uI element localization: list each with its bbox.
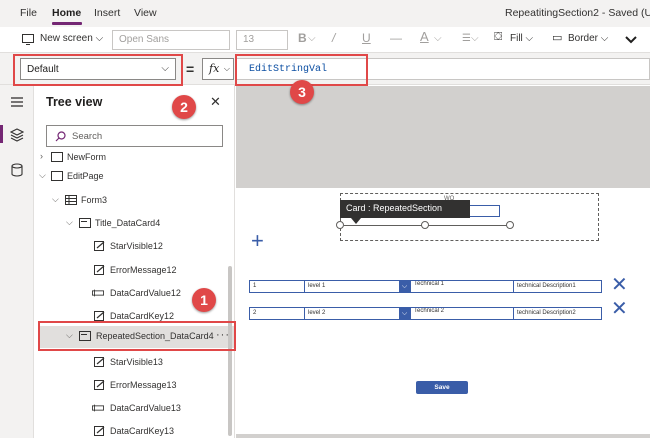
- new-screen-button[interactable]: New screen ⌵: [40, 33, 103, 44]
- callout-2: 2: [172, 95, 196, 119]
- card-tooltip: Card : RepeatedSection: [340, 200, 470, 218]
- left-rail: [0, 85, 34, 438]
- chevron-down-icon: ⌵: [52, 194, 59, 204]
- resize-handle-left[interactable]: [336, 221, 344, 229]
- menu-insert[interactable]: Insert: [94, 7, 120, 19]
- edit-label-icon: [94, 241, 105, 251]
- delete-row1-icon[interactable]: ✕: [611, 275, 628, 295]
- hamburger-menu-icon[interactable]: [10, 95, 24, 109]
- tree-node-starvisible12[interactable]: StarVisible12: [34, 237, 234, 257]
- tree-view-title: Tree view: [46, 95, 103, 109]
- close-icon[interactable]: ✕: [210, 94, 221, 110]
- row1-level-field[interactable]: level 1: [304, 280, 400, 293]
- add-row-icon[interactable]: +: [251, 230, 264, 252]
- edit-label-icon: [94, 357, 105, 367]
- tree-node-errormessage12[interactable]: ErrorMessage12: [34, 261, 234, 281]
- underline-icon[interactable]: U: [362, 31, 371, 45]
- bold-chevron-icon[interactable]: ⌵: [308, 33, 316, 44]
- tree-node-datacardvalue13[interactable]: DataCardValue13: [34, 399, 234, 419]
- tree-node-datacardkey13[interactable]: DataCardKey13: [34, 422, 234, 438]
- strikethrough-icon[interactable]: —: [390, 31, 402, 45]
- search-input[interactable]: Search: [46, 125, 223, 147]
- font-select[interactable]: Open Sans: [112, 30, 230, 50]
- edit-label-icon: [94, 265, 105, 275]
- menu-file[interactable]: File: [20, 7, 37, 19]
- fill-icon[interactable]: ⛋: [494, 31, 502, 44]
- tree-node-newform[interactable]: › NewForm: [34, 148, 234, 168]
- callout-3: 3: [290, 80, 314, 104]
- save-button[interactable]: Save: [416, 381, 468, 394]
- row1-number-field[interactable]: 1: [249, 280, 305, 293]
- resize-handle-right[interactable]: [506, 221, 514, 229]
- layers-icon[interactable]: [10, 128, 24, 142]
- search-placeholder: Search: [72, 131, 103, 142]
- chevron-down-icon: ⌵: [39, 170, 46, 180]
- chevron-down-icon[interactable]: ⌵: [399, 307, 410, 320]
- edit-label-icon: [94, 311, 105, 321]
- toolbar: New screen ⌵ Open Sans 13 B ⌵ / U — A ⌵ …: [0, 27, 650, 53]
- row2-level-field[interactable]: level 2: [304, 307, 400, 320]
- database-icon[interactable]: [10, 163, 24, 177]
- screen-icon: [51, 171, 63, 181]
- tree-node-title-datacard4[interactable]: ⌵ Title_DataCard4: [34, 214, 234, 234]
- row1-description-field[interactable]: technical Description1: [513, 280, 602, 293]
- highlight-tree-node: [38, 321, 236, 351]
- align-icon[interactable]: ☰⌵: [462, 33, 479, 44]
- tooltip-pointer: [351, 218, 361, 224]
- bold-icon[interactable]: B: [298, 31, 307, 45]
- tree-node-form3[interactable]: ⌵ Form3: [34, 191, 234, 211]
- fill-button[interactable]: Fill ⌵: [510, 33, 533, 44]
- new-screen-icon: [22, 34, 34, 45]
- row2-number-field[interactable]: 2: [249, 307, 305, 320]
- card-icon: [79, 218, 91, 228]
- menu-view[interactable]: View: [134, 7, 157, 19]
- tree-node-errormessage13[interactable]: ErrorMessage13: [34, 376, 234, 396]
- edit-label-icon: [94, 380, 105, 390]
- resize-handle-middle[interactable]: [421, 221, 429, 229]
- equals-sign: =: [186, 61, 195, 77]
- row2-technical-field[interactable]: Technical 2: [410, 307, 514, 320]
- font-color-icon[interactable]: A: [420, 29, 429, 44]
- tree-node-editpage[interactable]: ⌵ EditPage: [34, 167, 234, 187]
- fx-icon: fx: [209, 62, 220, 75]
- chevron-down-icon: ⌵: [223, 64, 230, 73]
- tree-node-starvisible13[interactable]: StarVisible13: [34, 353, 234, 373]
- edit-label-icon: [94, 426, 105, 436]
- menu-home[interactable]: Home: [52, 7, 81, 19]
- active-rail-indicator: [0, 125, 3, 143]
- chevron-right-icon: ›: [40, 151, 43, 161]
- menu-bar: File Home Insert View RepeatitingSection…: [0, 0, 650, 27]
- chevron-down-icon[interactable]: ⌵: [399, 280, 410, 293]
- form-icon: [51, 152, 63, 162]
- form-grid-icon: [65, 195, 77, 205]
- row2-description-field[interactable]: technical Description2: [513, 307, 602, 320]
- border-icon[interactable]: ▭: [552, 31, 562, 44]
- italic-icon[interactable]: /: [332, 31, 335, 45]
- active-tab-indicator: [52, 22, 82, 25]
- chevron-down-icon[interactable]: [625, 36, 637, 44]
- text-input-icon: [92, 289, 104, 297]
- callout-1: 1: [192, 288, 216, 312]
- app-title: RepeatitingSection2 - Saved (Unp: [505, 7, 650, 19]
- row1-technical-field[interactable]: Technical 1: [410, 280, 514, 293]
- function-button[interactable]: fx ⌵: [202, 58, 234, 80]
- delete-row2-icon[interactable]: ✕: [611, 299, 628, 319]
- tree-view-panel: Tree view ✕ Search › NewForm ⌵ EditPage …: [34, 85, 235, 438]
- border-button[interactable]: Border ⌵: [568, 33, 608, 44]
- search-icon: [55, 131, 66, 142]
- highlight-property-dropdown: [13, 54, 183, 86]
- font-size-select[interactable]: 13: [236, 30, 288, 50]
- tree-scrollbar[interactable]: [228, 266, 232, 436]
- font-color-chevron-icon[interactable]: ⌵: [434, 33, 442, 44]
- chevron-down-icon: ⌵: [66, 217, 73, 227]
- text-input-icon: [92, 404, 104, 412]
